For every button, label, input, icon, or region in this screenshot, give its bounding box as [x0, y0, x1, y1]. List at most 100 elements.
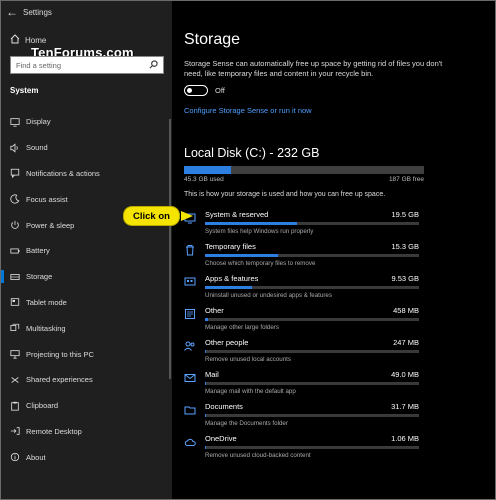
category-usage-bar [205, 318, 419, 321]
storage-category-apps-features[interactable]: Apps & features 9.53 GB Uninstall unused o… [184, 272, 424, 304]
battery-icon [1, 246, 26, 256]
sidebar-item-clipboard[interactable]: Clipboard [1, 393, 172, 419]
storage-category-mail[interactable]: Mail 49.0 MB Manage mail with the default … [184, 368, 424, 400]
sidebar-item-label: Notifications & actions [26, 168, 100, 178]
category-usage-fill [205, 382, 207, 385]
category-size: 458 MB [393, 306, 419, 315]
sound-icon [1, 143, 26, 153]
toggle-knob [187, 87, 192, 93]
power-icon [1, 220, 26, 230]
category-size: 9.53 GB [391, 274, 419, 283]
mail-icon [184, 371, 198, 385]
search-icon[interactable] [149, 59, 158, 71]
category-usage-bar [205, 446, 419, 449]
sidebar-item-remote-desktop[interactable]: Remote Desktop [1, 419, 172, 445]
info-icon [1, 452, 26, 462]
category-description: Remove unused local accounts [205, 356, 291, 363]
home-icon [1, 33, 25, 47]
display-icon [1, 117, 26, 127]
shared-icon [1, 375, 26, 385]
disk-usage-fill [184, 166, 231, 174]
app-title: Settings [23, 7, 52, 17]
category-name: Documents [205, 402, 243, 411]
category-description: Uninstall unused or undesired apps & fea… [205, 292, 332, 299]
category-name: Temporary files [205, 242, 256, 251]
storage-category-temporary-files[interactable]: Temporary files 15.3 GB Choose which tempo… [184, 240, 424, 272]
category-usage-bar [205, 350, 419, 353]
tablet-icon [1, 297, 26, 307]
sidebar-item-tablet-mode[interactable]: Tablet mode [1, 290, 172, 316]
category-usage-fill [205, 286, 253, 289]
multitasking-icon [1, 323, 26, 333]
category-usage-bar [205, 286, 419, 289]
category-name: Apps & features [205, 274, 259, 283]
sidebar-item-battery[interactable]: Battery [1, 238, 172, 264]
sidebar-item-label: Clipboard [26, 401, 59, 411]
trash-icon [184, 243, 198, 257]
storage-category-other[interactable]: Other 458 MB Manage other large folders [184, 304, 424, 336]
storage-sense-description: Storage Sense can automatically free up … [184, 59, 443, 78]
category-description: Manage the Documents folder [205, 420, 288, 427]
sidebar-item-label: About [26, 452, 46, 462]
usage-description: This is how your storage is used and how… [184, 191, 386, 198]
main-content: Storage Storage Sense can automatically … [172, 1, 495, 499]
sidebar-item-about[interactable]: About [1, 444, 172, 470]
category-size: 247 MB [393, 338, 419, 347]
sidebar-item-label: Display [26, 117, 51, 127]
sidebar-item-projecting-to-this-pc[interactable]: Projecting to this PC [1, 341, 172, 367]
disk-usage-bar [184, 166, 424, 174]
sidebar-item-label: Remote Desktop [26, 426, 82, 436]
clipboard-icon [1, 401, 26, 411]
sidebar-item-label: Battery [26, 246, 50, 256]
category-size: 15.3 GB [391, 242, 419, 251]
category-usage-bar [205, 254, 419, 257]
notifications-icon [1, 168, 26, 179]
sidebar-item-display[interactable]: Display [1, 109, 172, 135]
sidebar-item-label: Projecting to this PC [26, 349, 94, 359]
category-size: 19.5 GB [391, 210, 419, 219]
sidebar-item-label: Multitasking [26, 323, 66, 333]
category-size: 1.06 MB [391, 434, 419, 443]
sidebar-item-label: Storage [26, 272, 53, 282]
sidebar-item-label: Tablet mode [26, 297, 67, 307]
search-box[interactable] [10, 56, 164, 74]
category-size: 31.7 MB [391, 402, 419, 411]
category-usage-bar [205, 222, 419, 225]
sidebar-item-label: Sound [26, 143, 48, 153]
category-size: 49.0 MB [391, 370, 419, 379]
click-on-callout: Click on [123, 206, 180, 226]
sidebar-item-label: Power & sleep [26, 220, 75, 230]
storage-category-onedrive[interactable]: OneDrive 1.06 MB Remove unused cloud-backe… [184, 432, 424, 464]
category-description: Manage mail with the default app [205, 388, 296, 395]
storage-icon [1, 272, 26, 282]
category-name: Other people [205, 338, 249, 347]
sidebar-nav: Display Sound Notifications & actions Focus… [1, 109, 172, 470]
cloud-icon [184, 435, 198, 449]
sidebar-item-multitasking[interactable]: Multitasking [1, 315, 172, 341]
documents-icon [184, 403, 198, 417]
free-space-label: 187 GB free [388, 176, 424, 183]
category-description: Remove unused cloud-backed content [205, 452, 311, 459]
storage-category-other-people[interactable]: Other people 247 MB Remove unused local ac… [184, 336, 424, 368]
search-input[interactable] [16, 60, 141, 70]
sidebar-item-shared-experiences[interactable]: Shared experiences [1, 367, 172, 393]
sidebar-item-label: Shared experiences [26, 375, 93, 385]
apps-icon [184, 275, 198, 289]
sidebar-item-storage[interactable]: Storage [1, 264, 172, 290]
storage-category-documents[interactable]: Documents 31.7 MB Manage the Documents fol… [184, 400, 424, 432]
category-usage-fill [205, 446, 207, 449]
toggle-state-label: Off [215, 86, 225, 95]
sidebar-item-sound[interactable]: Sound [1, 135, 172, 161]
category-name: OneDrive [205, 434, 237, 443]
sidebar-item-notifications-actions[interactable]: Notifications & actions [1, 161, 172, 187]
configure-storage-sense-link[interactable]: Configure Storage Sense or run it now [184, 106, 312, 115]
storage-category-list: System & reserved 19.5 GB System files hel… [184, 208, 424, 464]
sidebar-item-label: Focus assist [26, 194, 68, 204]
category-description: Manage other large folders [205, 324, 279, 331]
disk-title: Local Disk (C:) - 232 GB [184, 146, 320, 160]
sidebar-scrollbar[interactable] [169, 119, 171, 379]
storage-sense-toggle[interactable] [184, 85, 208, 96]
back-arrow-icon[interactable]: ← [1, 1, 23, 23]
category-name: Mail [205, 370, 219, 379]
storage-category-system-reserved[interactable]: System & reserved 19.5 GB System files hel… [184, 208, 424, 240]
